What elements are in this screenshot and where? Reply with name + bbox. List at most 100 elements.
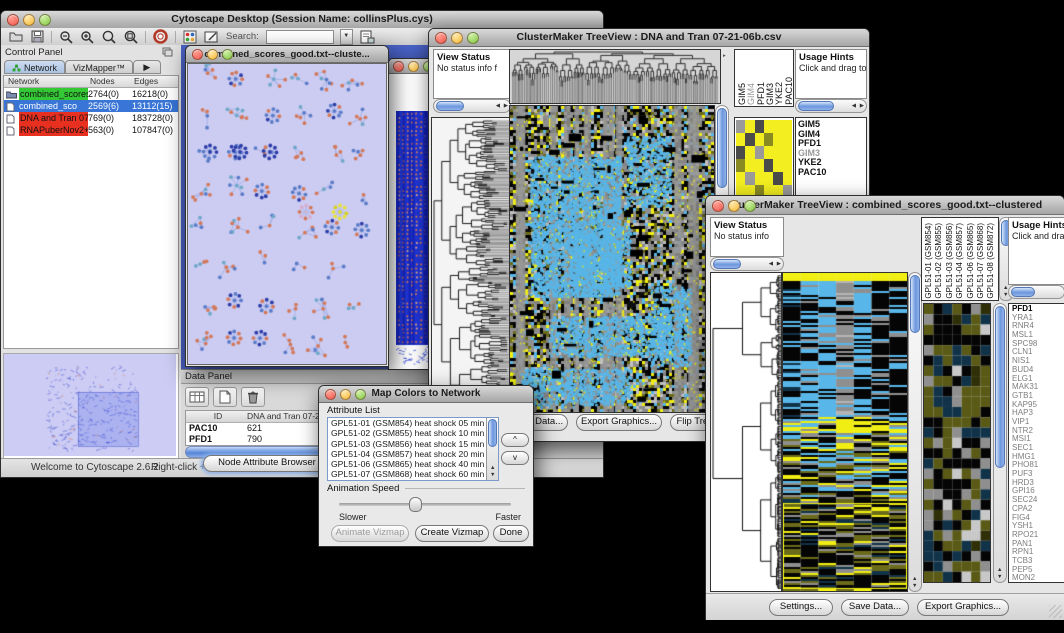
arrow-down-icon[interactable]: ▼ xyxy=(912,583,917,589)
arrow-right-icon[interactable]: ▶ xyxy=(504,103,508,109)
help-lifering-icon[interactable] xyxy=(153,29,168,44)
tv2-zoom-vscrollbar[interactable]: ▲ ▼ xyxy=(993,303,1007,583)
arrow-right-icon[interactable]: ▶ xyxy=(777,261,781,267)
speed-slider-thumb[interactable] xyxy=(409,497,422,512)
arrow-down-icon[interactable]: ▼ xyxy=(997,574,1002,580)
zoom-button[interactable] xyxy=(744,200,756,212)
tv2-status-hscrollbar[interactable]: ◀ ▶ xyxy=(710,257,784,271)
dialog-titlebar[interactable]: Map Colors to Network xyxy=(319,386,533,403)
scrollbar-thumb[interactable] xyxy=(798,101,834,111)
tv1-row-dendrogram[interactable] xyxy=(431,117,511,413)
tv1-export-graphics-button[interactable]: Export Graphics... xyxy=(576,414,662,431)
tv2-settings-button[interactable]: Settings... xyxy=(769,599,833,616)
attribute-list-item[interactable]: GPL51-06 (GSM865) heat shock 40 min xyxy=(328,459,498,469)
arrow-left-icon[interactable]: ◀ xyxy=(496,103,500,109)
treeview2-titlebar[interactable]: ClusterMaker TreeView : combined_scores_… xyxy=(706,196,1064,215)
network-view-titlebar[interactable]: combined_scores_good.txt--cluste... xyxy=(186,46,388,63)
arrow-up-icon[interactable]: ▲ xyxy=(912,576,917,582)
network-graph-canvas[interactable] xyxy=(187,63,387,365)
scrollbar-thumb[interactable] xyxy=(995,306,1005,468)
close-button[interactable] xyxy=(7,14,19,26)
vizmap-icon[interactable] xyxy=(183,30,197,44)
tv1-correlation-matrix[interactable] xyxy=(736,120,792,198)
close-button[interactable] xyxy=(435,32,447,44)
network-list-row[interactable]: combined_sco2569(6)13112(15) xyxy=(4,100,178,112)
attribute-list-scrollbar[interactable]: ▲ ▼ xyxy=(486,418,498,480)
attribute-list-item[interactable]: GPL51-07 (GSM868) heat shock 60 min xyxy=(328,469,498,479)
main-titlebar[interactable]: Cytoscape Desktop (Session Name: collins… xyxy=(1,11,603,29)
move-up-button[interactable]: ^ xyxy=(501,433,529,447)
scrollbar-thumb[interactable] xyxy=(717,108,727,188)
attribute-list-item[interactable]: GPL51-01 (GSM854) heat shock 05 min xyxy=(328,418,498,428)
attribute-list-item[interactable]: GPL51-03 (GSM856) heat shock 15 min xyxy=(328,439,498,449)
arrow-left-icon[interactable]: ◀ xyxy=(852,103,856,109)
col-header-network[interactable]: Network xyxy=(4,76,90,87)
arrow-up-icon[interactable]: ▲ xyxy=(490,465,495,471)
tv2-row-dendrogram[interactable] xyxy=(710,272,782,592)
resize-grip[interactable] xyxy=(1049,605,1062,618)
col-header-edges[interactable]: Edges xyxy=(134,76,178,87)
zoom-selected-icon[interactable] xyxy=(123,30,138,44)
minimize-button[interactable] xyxy=(728,200,740,212)
tv2-heatmap[interactable] xyxy=(782,272,908,592)
import-table-icon[interactable] xyxy=(360,30,375,44)
close-button[interactable] xyxy=(325,389,336,400)
open-file-icon[interactable] xyxy=(9,30,24,43)
search-input[interactable] xyxy=(266,30,334,44)
zoom-button[interactable] xyxy=(222,49,233,60)
tv2-vscrollbar[interactable]: ▲ ▼ xyxy=(908,272,922,592)
new-attribute-icon[interactable] xyxy=(213,387,237,407)
float-panel-icon[interactable] xyxy=(162,47,173,57)
attribute-table-icon[interactable] xyxy=(185,387,209,407)
network-list-row[interactable]: DNA and Tran 07769(0)183728(0) xyxy=(4,112,178,124)
col-header-nodes[interactable]: Nodes xyxy=(90,76,134,87)
tv2-zoom-heatmap[interactable] xyxy=(923,303,991,583)
network-list-row[interactable]: RNAPuberNov2+|563(0)107847(0) xyxy=(4,124,178,136)
zoom-out-icon[interactable] xyxy=(59,30,73,44)
arrow-down-icon[interactable]: ▼ xyxy=(490,472,495,478)
search-dropdown-button[interactable]: ▼ xyxy=(340,29,353,45)
close-button[interactable] xyxy=(192,49,203,60)
move-down-button[interactable]: v xyxy=(501,451,529,465)
scrollbar-thumb[interactable] xyxy=(1011,287,1035,297)
arrow-right-icon[interactable]: ▶ xyxy=(860,103,864,109)
arrow-right-icon[interactable]: ▸ xyxy=(723,53,726,59)
delete-attribute-trash-icon[interactable] xyxy=(241,387,265,407)
attribute-list-item[interactable]: GPL51-02 (GSM855) heat shock 10 min xyxy=(328,428,498,438)
create-vizmap-button[interactable]: Create Vizmap xyxy=(415,525,489,542)
done-button[interactable]: Done xyxy=(493,525,529,542)
network-overview-canvas[interactable] xyxy=(4,354,176,456)
scrollbar-thumb[interactable] xyxy=(910,275,920,333)
close-button[interactable] xyxy=(393,61,404,72)
arrow-left-icon[interactable]: ◀ xyxy=(769,261,773,267)
tab-network[interactable]: Network xyxy=(4,60,65,74)
attribute-list-item[interactable]: GPL51-04 (GSM857) heat shock 20 min xyxy=(328,449,498,459)
network-overview-panel[interactable] xyxy=(3,353,179,459)
dp-col-id[interactable]: ID xyxy=(186,411,247,422)
tv2-hints-hscrollbar[interactable] xyxy=(1008,285,1064,299)
zoom-button[interactable] xyxy=(467,32,479,44)
tv2-export-graphics-button[interactable]: Export Graphics... xyxy=(917,599,1009,616)
close-button[interactable] xyxy=(712,200,724,212)
zoom-in-icon[interactable] xyxy=(80,30,94,44)
minimize-button[interactable] xyxy=(207,49,218,60)
tv1-column-dendrogram[interactable] xyxy=(509,49,721,104)
animate-vizmap-button[interactable]: Animate Vizmap xyxy=(331,525,409,542)
gene-label[interactable]: MON2 xyxy=(1009,574,1064,583)
network-list-header[interactable]: Network Nodes Edges xyxy=(4,76,178,88)
minimize-button[interactable] xyxy=(340,389,351,400)
tv1-heatmap[interactable] xyxy=(509,105,715,413)
minimize-button[interactable] xyxy=(451,32,463,44)
annotation-icon[interactable] xyxy=(204,30,219,44)
tv1-hints-hscrollbar[interactable]: ◀ ▶ xyxy=(795,99,867,113)
arrow-up-icon[interactable]: ▲ xyxy=(997,567,1002,573)
attribute-listbox[interactable]: GPL51-01 (GSM854) heat shock 05 minGPL51… xyxy=(327,417,499,481)
tv2-save-data-button[interactable]: Save Data... xyxy=(841,599,909,616)
zoom-button[interactable] xyxy=(39,14,51,26)
tab-overflow-arrow[interactable]: ▶ xyxy=(133,60,161,74)
zoom-fit-icon[interactable] xyxy=(101,30,116,44)
tab-vizmapper[interactable]: VizMapper™ xyxy=(65,60,133,74)
save-icon[interactable] xyxy=(31,30,44,43)
scrollbar-thumb[interactable] xyxy=(436,101,464,111)
scrollbar-thumb[interactable] xyxy=(488,419,497,447)
